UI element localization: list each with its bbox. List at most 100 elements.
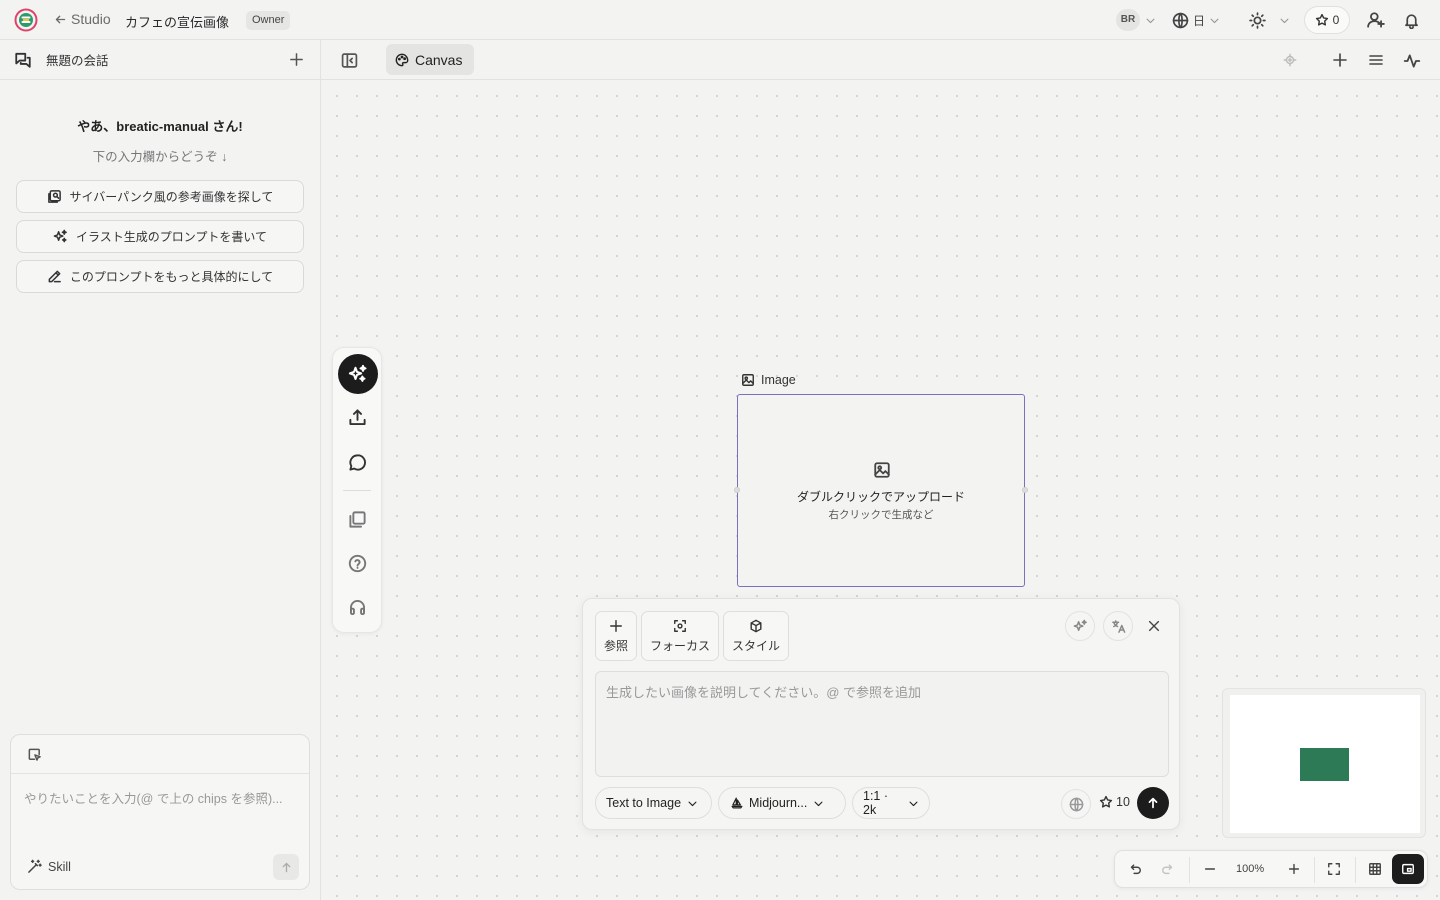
assets-icon[interactable] — [348, 510, 367, 529]
prompt-textarea[interactable]: 生成したい画像を説明してください。@ で参照を追加 — [595, 671, 1169, 777]
bell-icon — [1403, 12, 1420, 29]
minimap[interactable] — [1222, 688, 1426, 838]
suggestion-chip[interactable]: このプロンプトをもっと具体的にして — [16, 260, 304, 293]
back-to-studio-link[interactable]: Studio — [54, 11, 111, 27]
attach-canvas-icon[interactable] — [27, 747, 42, 762]
invite-user-button[interactable] — [1367, 0, 1385, 40]
redo-icon[interactable] — [1161, 862, 1175, 876]
image-placeholder-icon — [873, 461, 891, 479]
minimap-viewport — [1230, 695, 1420, 833]
chip-label: このプロンプトをもっと具体的にして — [69, 270, 274, 284]
toolbar-divider — [1355, 857, 1356, 883]
star-icon — [1099, 795, 1113, 809]
greeting-subtext: 下の入力欄からどうぞ ↓ — [92, 150, 228, 164]
chat-input-box: やりたいことを入力(@ で上の chips を参照)... Skill — [10, 734, 310, 890]
mode-select[interactable]: Text to Image — [595, 787, 712, 819]
zoom-level[interactable]: 100% — [1236, 863, 1264, 875]
image-node[interactable]: ダブルクリックでアップロード 右クリックで生成など — [734, 394, 1028, 587]
image-icon — [741, 373, 755, 387]
user-avatar[interactable]: BR — [1116, 9, 1140, 31]
toggle-sidebar-icon[interactable] — [341, 52, 358, 69]
user-plus-icon — [1367, 11, 1385, 29]
style-button[interactable]: スタイル — [723, 611, 789, 661]
zoom-out-icon[interactable] — [1203, 862, 1217, 876]
node-label-text: Image — [761, 373, 796, 387]
chevron-down-icon[interactable] — [1279, 0, 1290, 40]
close-icon[interactable] — [1147, 619, 1161, 633]
notifications-button[interactable] — [1403, 0, 1420, 40]
chat-input[interactable]: やりたいことを入力(@ で上の chips を参照)... — [24, 788, 283, 807]
language-selector[interactable]: 日 — [1172, 0, 1220, 40]
menu-icon[interactable] — [1368, 52, 1384, 68]
focus-label: フォーカス — [649, 638, 710, 653]
focus-icon — [673, 619, 687, 633]
generate-button[interactable] — [1137, 787, 1169, 819]
undo-icon[interactable] — [1128, 862, 1142, 876]
sparkles-icon — [1073, 619, 1088, 634]
role-badge: Owner — [246, 11, 291, 30]
add-reference-button[interactable]: 参照 — [595, 611, 637, 661]
suggestion-chip[interactable]: サイバーパンク風の参考画像を探して — [16, 180, 304, 213]
chevron-down-icon[interactable] — [1145, 0, 1156, 40]
arrow-up-icon — [1146, 796, 1160, 810]
enhance-prompt-button[interactable] — [1065, 611, 1095, 641]
node-label[interactable]: Image — [741, 373, 796, 387]
ratio-label: 1:1 · 2k — [863, 789, 889, 817]
palette-icon — [395, 53, 409, 67]
skill-button[interactable]: Skill — [27, 859, 71, 874]
activity-icon[interactable] — [1403, 52, 1421, 70]
new-conversation-button[interactable] — [289, 52, 304, 67]
sparkles-icon — [348, 364, 368, 384]
comment-icon[interactable] — [348, 453, 367, 472]
headset-icon[interactable] — [348, 598, 367, 617]
magic-wand-icon — [27, 859, 42, 874]
node-upload-hint: ダブルクリックでアップロード — [796, 490, 965, 504]
credits-button[interactable]: 0 — [1304, 6, 1350, 34]
ratio-select[interactable]: 1:1 · 2k — [852, 787, 930, 819]
canvas-header: Canvas — [321, 40, 1440, 80]
suggestion-chip[interactable]: イラスト生成のプロンプトを書いて — [16, 220, 304, 253]
toolbar-divider — [1314, 857, 1315, 883]
send-message-button[interactable] — [273, 854, 299, 880]
locate-icon[interactable] — [1283, 53, 1297, 67]
translate-icon — [1111, 619, 1126, 634]
model-select[interactable]: Midjourn... — [718, 787, 846, 819]
sun-icon — [1249, 11, 1266, 29]
tool-rail — [332, 347, 382, 633]
sparkles-icon — [53, 229, 68, 244]
minimap-toggle-button[interactable] — [1392, 854, 1424, 884]
tab-canvas[interactable]: Canvas — [386, 44, 474, 75]
chevron-down-icon — [813, 798, 824, 809]
chevron-down-icon — [687, 798, 698, 809]
generation-cost: 10 — [1099, 795, 1130, 809]
node-context-hint: 右クリックで生成など — [828, 509, 934, 521]
translate-button[interactable] — [1103, 611, 1133, 641]
arrow-up-icon — [280, 861, 293, 874]
rail-divider — [343, 490, 371, 491]
globe-icon — [1172, 12, 1189, 29]
project-title[interactable]: カフェの宣伝画像 — [125, 12, 229, 31]
fit-screen-icon[interactable] — [1327, 862, 1341, 876]
focus-button[interactable]: フォーカス — [641, 611, 719, 661]
skill-label: Skill — [48, 859, 71, 874]
greeting-text: やあ、breatic-manual さん! — [77, 119, 243, 134]
app-logo[interactable] — [14, 8, 38, 32]
chevron-down-icon — [908, 798, 919, 809]
grid-icon[interactable] — [1368, 862, 1382, 876]
zoom-in-icon[interactable] — [1287, 862, 1301, 876]
conversations-icon[interactable] — [14, 51, 32, 69]
chat-box-divider — [11, 773, 309, 774]
chip-label: イラスト生成のプロンプトを書いて — [75, 230, 268, 244]
help-icon[interactable] — [348, 554, 367, 573]
mode-label: Text to Image — [606, 796, 682, 810]
theme-toggle[interactable] — [1249, 0, 1266, 40]
web-search-toggle[interactable] — [1061, 789, 1091, 819]
credits-count: 0 — [1332, 13, 1340, 27]
ai-generate-button[interactable] — [338, 354, 378, 394]
upload-icon[interactable] — [348, 408, 367, 427]
conversation-title[interactable]: 無題の会話 — [46, 50, 109, 69]
globe-icon — [1069, 797, 1084, 812]
add-node-icon[interactable] — [1332, 52, 1348, 68]
chat-sidebar: 無題の会話 やあ、breatic-manual さん! 下の入力欄からどうぞ ↓… — [0, 40, 321, 900]
model-label: Midjourn... — [749, 796, 808, 810]
